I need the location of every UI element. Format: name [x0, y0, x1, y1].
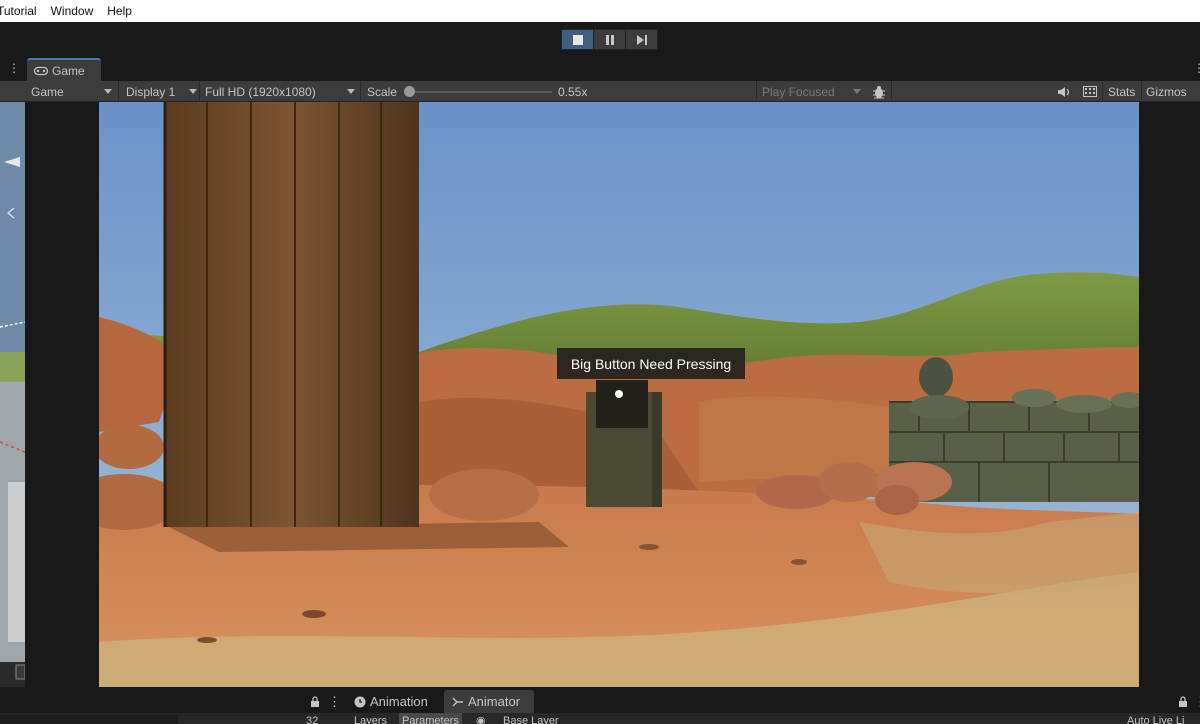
panel-menu-right-icon[interactable]: ⋮	[1193, 61, 1200, 75]
display-dropdown[interactable]: Display 1	[126, 81, 198, 102]
chevron-down-icon	[104, 89, 112, 94]
resolution-dropdown[interactable]: Full HD (1920x1080)	[205, 81, 359, 102]
stats-button[interactable]: Stats	[1108, 81, 1135, 102]
divider	[199, 81, 200, 102]
play-controls	[561, 29, 658, 50]
breadcrumb-base-layer[interactable]: Base Layer	[503, 713, 559, 724]
resolution-label: Full HD (1920x1080)	[205, 84, 316, 99]
visibility-count: 32	[306, 715, 319, 724]
view-mode-label: Game	[31, 84, 64, 99]
tab-animation[interactable]: Animation	[346, 690, 436, 713]
gamepad-icon	[34, 66, 48, 75]
divider	[891, 81, 892, 102]
chevron-down-icon	[189, 89, 197, 94]
divider	[1102, 81, 1103, 102]
panel-menu-icon[interactable]: ⋮	[8, 61, 20, 75]
play-mode-label: Play Focused	[762, 84, 835, 99]
scene-view-sliver[interactable]	[0, 102, 25, 687]
divider	[118, 81, 119, 102]
audio-mute-button[interactable]	[1058, 81, 1071, 102]
dock-tab-row: ⋮ Game ⋮	[0, 56, 1200, 81]
step-button[interactable]	[625, 29, 658, 50]
clock-icon	[354, 696, 366, 707]
menu-item-tutorial[interactable]: Tutorial	[0, 4, 44, 18]
keyboard-icon	[1083, 86, 1097, 97]
auto-live-link-button[interactable]: Auto Live Li	[1127, 713, 1184, 724]
game-view-toolbar: Game Display 1 Full HD (1920x1080) Scale…	[0, 81, 1200, 102]
animator-toolbar: 32 Layers Parameters ◉ Base Layer Auto L…	[0, 713, 1200, 724]
scale-label: Scale	[367, 84, 398, 99]
tab-animator[interactable]: Animator	[444, 690, 534, 713]
tab-game[interactable]: Game	[27, 58, 101, 81]
divider	[360, 81, 361, 102]
scene-view-preview	[0, 102, 25, 687]
menu-item-help[interactable]: Help	[100, 4, 139, 18]
gizmos-button[interactable]: Gizmos	[1146, 81, 1187, 102]
menu-item-window[interactable]: Window	[44, 4, 101, 18]
play-mode-dropdown[interactable]: Play Focused	[762, 81, 862, 102]
play-toolbar	[0, 22, 1200, 56]
panel-menu-icon[interactable]: ⋮	[320, 690, 349, 713]
search-field[interactable]	[0, 715, 178, 724]
scale-slider-handle[interactable]	[404, 86, 415, 97]
view-mode-dropdown[interactable]: Game	[31, 81, 117, 102]
display-label: Display 1	[126, 84, 176, 99]
shortcuts-button[interactable]	[1083, 81, 1097, 102]
stop-icon	[572, 34, 583, 45]
speaker-icon	[1058, 86, 1070, 97]
game-viewport[interactable]	[99, 102, 1139, 687]
tab-game-label: Game	[52, 63, 85, 78]
stop-button[interactable]	[561, 29, 594, 50]
pause-button[interactable]	[593, 29, 626, 50]
pause-icon	[605, 34, 614, 45]
bug-icon	[873, 85, 885, 98]
debug-button[interactable]	[872, 81, 886, 102]
tab-parameters[interactable]: Parameters	[399, 713, 462, 724]
divider	[1141, 81, 1142, 102]
scale-value: 0.55x	[558, 84, 588, 99]
menu-bar: Tutorial Window Help	[0, 0, 1200, 22]
chevron-down-icon	[347, 89, 355, 94]
game-scene-render	[99, 102, 1139, 687]
step-icon	[636, 34, 647, 45]
tab-layers[interactable]: Layers	[354, 713, 387, 724]
tab-animator-label: Animator	[468, 694, 521, 709]
bottom-dock-tabs: ⋮ Animation Animator ⋮	[0, 687, 1200, 713]
interaction-tooltip: Big Button Need Pressing	[557, 348, 745, 379]
panel-menu-icon[interactable]: ⋮	[1186, 690, 1200, 713]
eye-icon[interactable]: ◉	[476, 713, 486, 724]
animator-icon	[452, 697, 463, 706]
tab-animation-label: Animation	[370, 694, 428, 709]
scale-slider-track[interactable]	[409, 91, 552, 93]
chevron-down-icon	[853, 89, 861, 94]
divider	[756, 81, 757, 102]
